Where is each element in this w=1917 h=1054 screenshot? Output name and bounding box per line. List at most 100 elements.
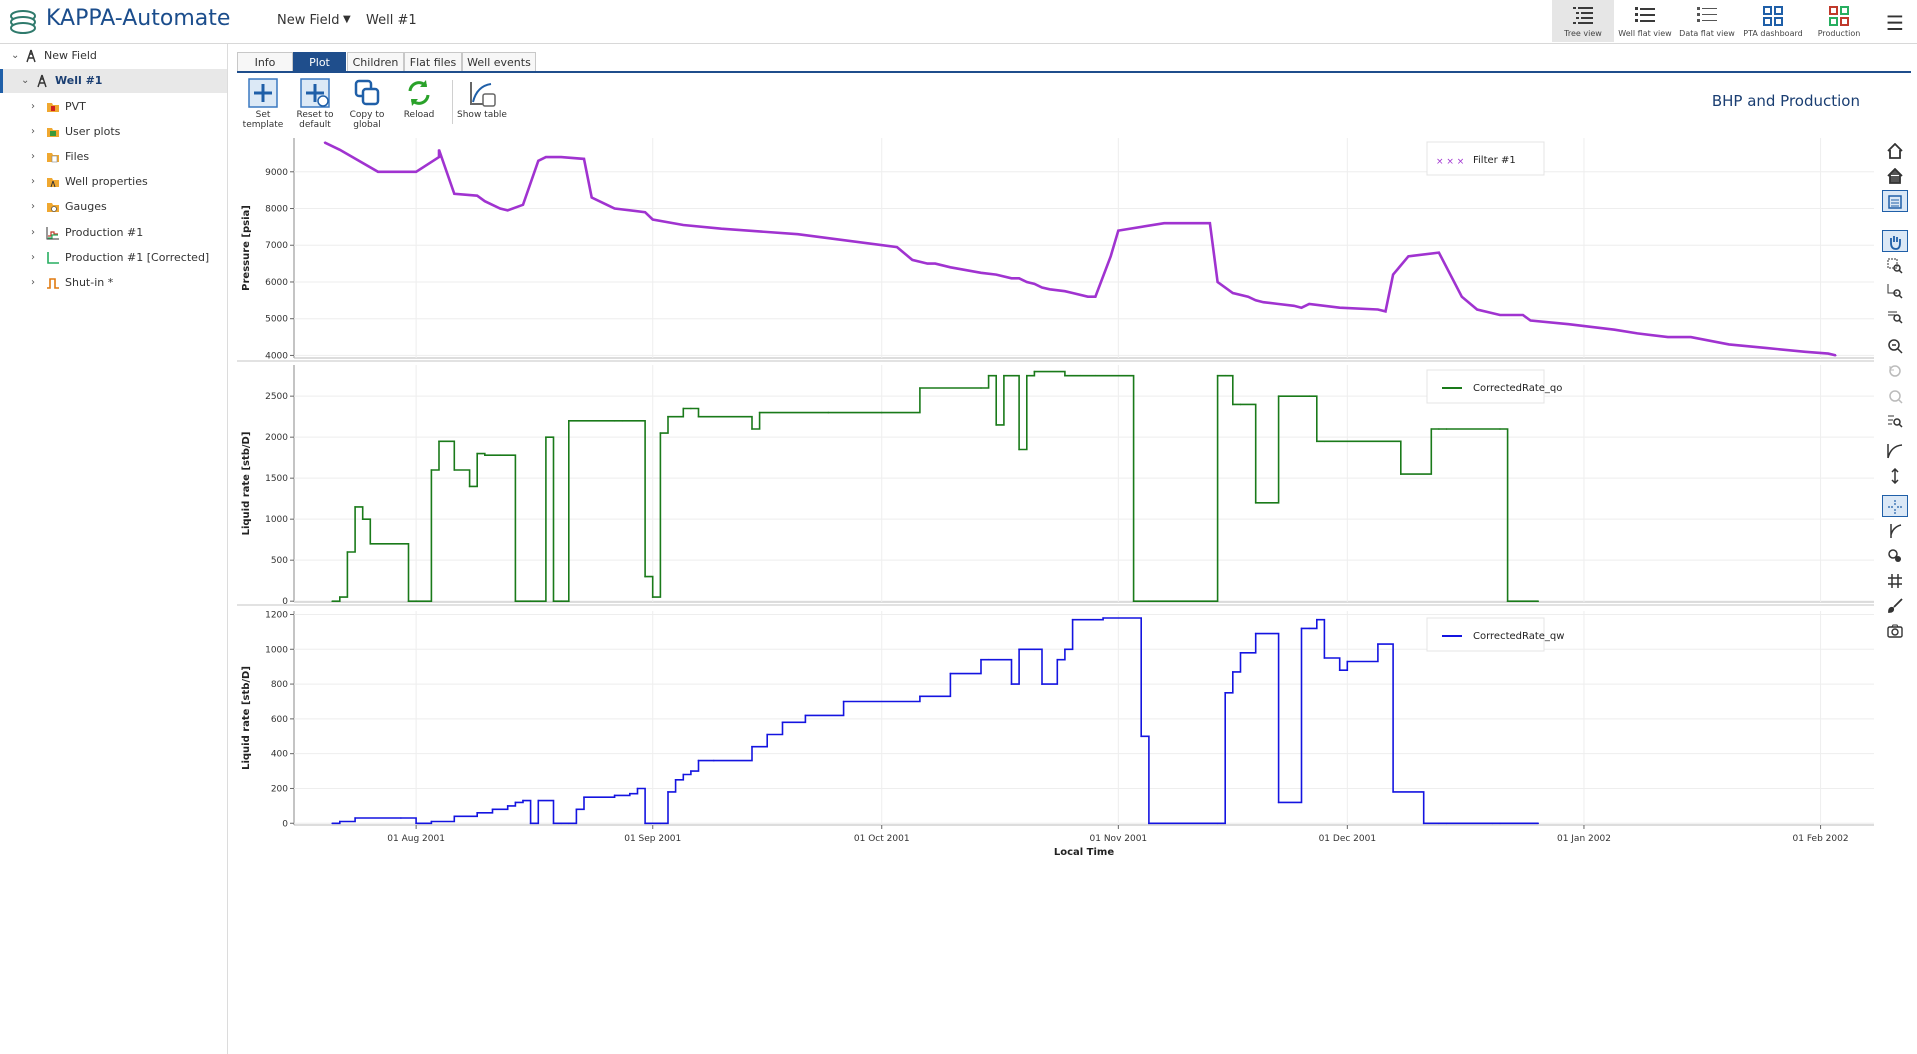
y-tick-label: 600 bbox=[271, 715, 288, 725]
data-point bbox=[545, 436, 547, 439]
data-point bbox=[476, 194, 478, 197]
show-table-button[interactable]: Show table bbox=[456, 78, 508, 120]
data-point bbox=[1071, 618, 1074, 621]
well-flat-view-button[interactable]: Well flat view bbox=[1614, 0, 1676, 42]
data-point bbox=[1010, 277, 1013, 280]
y-tick-label: 400 bbox=[271, 750, 288, 760]
chevron-right-icon[interactable]: › bbox=[31, 120, 35, 144]
data-point bbox=[919, 387, 921, 389]
data-point bbox=[476, 812, 478, 814]
tree-item-production[interactable]: › Production #1 bbox=[0, 221, 227, 245]
brush-icon bbox=[1888, 598, 1903, 613]
data-point bbox=[1308, 627, 1310, 630]
chart-area[interactable]: 400050006000700080009000Pressure [psia]×… bbox=[237, 138, 1877, 1050]
data-point bbox=[331, 822, 333, 825]
data-point bbox=[1323, 440, 1326, 443]
y-tick-label: 4000 bbox=[265, 351, 288, 361]
chevron-right-icon[interactable]: › bbox=[31, 195, 35, 219]
home-reset-button[interactable] bbox=[1882, 165, 1908, 187]
kappa-logo bbox=[10, 10, 36, 34]
breadcrumb-well[interactable]: Well #1 bbox=[366, 13, 417, 28]
point-info-button[interactable] bbox=[1882, 545, 1908, 567]
chevron-right-icon[interactable]: › bbox=[31, 221, 35, 245]
data-point bbox=[1346, 660, 1349, 663]
tree-item-production-corrected[interactable]: › Production #1 [Corrected] bbox=[0, 246, 227, 270]
tree-item-well-properties[interactable]: › Well properties bbox=[0, 170, 227, 194]
data-point bbox=[1033, 648, 1036, 651]
tree-item-gauges[interactable]: › Gauges bbox=[0, 195, 227, 219]
legend-toggle-button[interactable] bbox=[1882, 190, 1908, 212]
data-point bbox=[674, 779, 677, 781]
data-point bbox=[797, 233, 799, 235]
data-point bbox=[1079, 374, 1081, 377]
data-point bbox=[1308, 395, 1310, 398]
chevron-right-icon[interactable]: › bbox=[31, 145, 35, 169]
curve-style-button[interactable] bbox=[1882, 440, 1908, 462]
data-point bbox=[1323, 657, 1326, 659]
home-button[interactable] bbox=[1882, 140, 1908, 162]
well-icon bbox=[37, 74, 47, 88]
tab-info[interactable]: Info bbox=[237, 52, 293, 72]
chevron-down-icon[interactable]: ⌄ bbox=[11, 44, 19, 68]
y-tick-label: 1500 bbox=[265, 474, 288, 484]
data-point bbox=[1804, 351, 1807, 353]
tree-item-well[interactable]: ⌄ Well #1 bbox=[0, 69, 227, 93]
data-point bbox=[1499, 428, 1501, 430]
zoom-list-button[interactable] bbox=[1882, 410, 1908, 432]
zoom-box-button[interactable] bbox=[1882, 255, 1908, 277]
grid-toggle-button[interactable] bbox=[1882, 570, 1908, 592]
menu-icon[interactable]: ☰ bbox=[1886, 11, 1904, 35]
tree-item-pvt[interactable]: › PVT bbox=[0, 95, 227, 119]
tree-item-new-field[interactable]: ⌄ New Field bbox=[0, 44, 227, 68]
chevron-down-icon[interactable]: ⌄ bbox=[21, 69, 29, 93]
tab-flat-files[interactable]: Flat files bbox=[404, 52, 462, 72]
tangent-button[interactable] bbox=[1882, 520, 1908, 542]
data-point bbox=[751, 428, 753, 430]
tab-children[interactable]: Children bbox=[347, 52, 404, 72]
brush-button[interactable] bbox=[1882, 595, 1908, 617]
crosshair-button[interactable] bbox=[1882, 495, 1908, 517]
zoom-out-button[interactable] bbox=[1882, 335, 1908, 357]
reset-to-default-button[interactable]: Reset to default bbox=[289, 78, 341, 130]
chevron-right-icon[interactable]: › bbox=[31, 271, 35, 295]
chevron-right-icon[interactable]: › bbox=[31, 246, 35, 270]
field-select[interactable]: New Field bbox=[277, 13, 340, 28]
reload-button[interactable]: Reload bbox=[393, 78, 445, 120]
data-point bbox=[499, 454, 501, 457]
data-flat-view-button[interactable]: Data flat view bbox=[1676, 0, 1738, 42]
data-point bbox=[1445, 822, 1448, 825]
set-template-button[interactable]: Set template bbox=[237, 78, 289, 130]
chevron-down-icon[interactable]: ▼ bbox=[343, 14, 351, 25]
data-point bbox=[1094, 374, 1097, 377]
y-tick-label: 800 bbox=[271, 680, 288, 690]
tree-item-user-plots[interactable]: › User plots bbox=[0, 120, 227, 144]
x-tick-label: 01 Nov 2001 bbox=[1090, 834, 1148, 844]
data-point bbox=[1018, 448, 1020, 451]
production-button[interactable]: Production bbox=[1808, 0, 1870, 42]
data-point bbox=[331, 600, 333, 602]
data-point bbox=[529, 600, 532, 602]
data-point bbox=[583, 158, 585, 160]
legend-icon bbox=[1888, 195, 1902, 209]
data-point bbox=[1041, 683, 1043, 685]
undo-zoom-button[interactable] bbox=[1882, 360, 1908, 382]
redo-zoom-button[interactable] bbox=[1882, 385, 1908, 407]
zoom-y-button[interactable] bbox=[1882, 305, 1908, 327]
data-point bbox=[339, 820, 341, 823]
tab-well-events[interactable]: Well events bbox=[462, 52, 536, 72]
pan-button[interactable] bbox=[1882, 230, 1908, 252]
well-flat-view-label: Well flat view bbox=[1618, 29, 1672, 38]
chevron-right-icon[interactable]: › bbox=[31, 95, 35, 119]
chevron-right-icon[interactable]: › bbox=[31, 170, 35, 194]
data-point bbox=[1033, 283, 1036, 285]
tree-view-button[interactable]: Tree view bbox=[1552, 0, 1614, 42]
tab-plot[interactable]: Plot bbox=[293, 52, 346, 72]
vertical-scale-button[interactable] bbox=[1882, 465, 1908, 487]
copy-to-global-button[interactable]: Copy to global bbox=[341, 78, 393, 130]
screenshot-button[interactable] bbox=[1882, 620, 1908, 642]
pta-dashboard-button[interactable]: PTA dashboard bbox=[1742, 0, 1804, 42]
tree-item-files[interactable]: › Files bbox=[0, 145, 227, 169]
tree-item-shut-in[interactable]: › Shut-in * bbox=[0, 271, 227, 295]
zoom-x-button[interactable] bbox=[1882, 280, 1908, 302]
y-axis-label: Pressure [psia] bbox=[241, 205, 252, 291]
